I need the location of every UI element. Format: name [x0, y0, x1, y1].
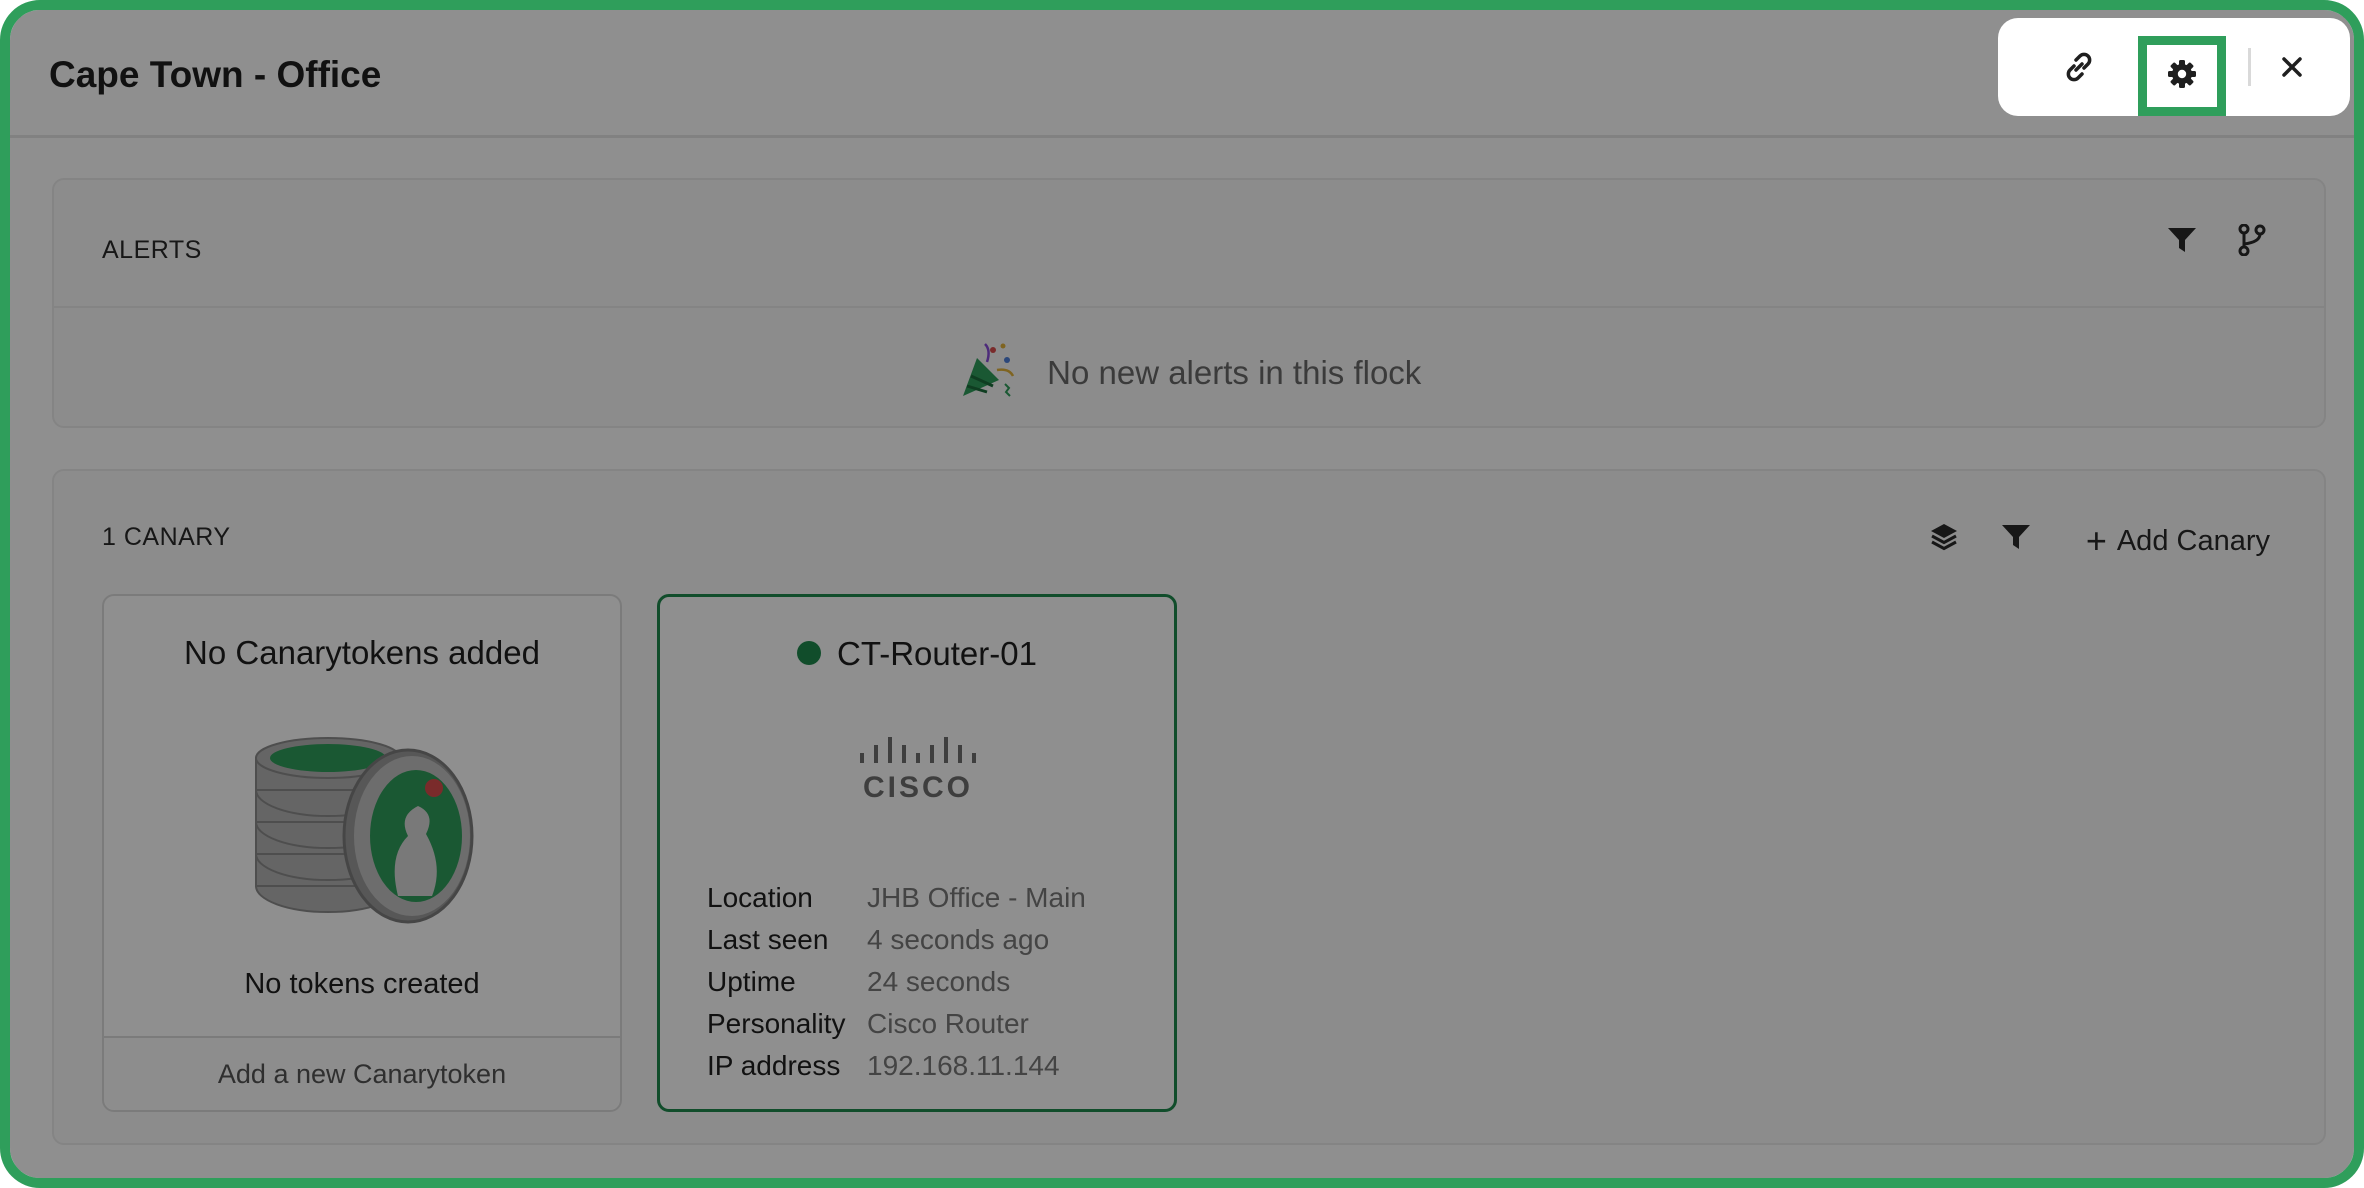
modal-window: Cape Town - Office ALERTS No new alerts … [0, 0, 2364, 1188]
canary-coins-icon [248, 736, 478, 931]
detail-value: 4 seconds ago [867, 924, 1050, 955]
detail-key: Personality [707, 1008, 846, 1039]
party-popper-icon [957, 340, 1017, 405]
add-canary-button[interactable]: + Add Canary [2086, 519, 2270, 563]
filter-icon[interactable] [2162, 220, 2202, 260]
header-toolbar [1998, 18, 2350, 116]
layers-icon[interactable] [1924, 517, 1964, 557]
plus-icon: + [2085, 520, 2107, 561]
device-details: Location JHB Office - Main Last seen 4 s… [707, 877, 1086, 1087]
detail-row-uptime: Uptime 24 seconds [707, 961, 1086, 1003]
device-title: CT-Router-01 [660, 635, 1174, 673]
page-title: Cape Town - Office [49, 54, 382, 95]
detail-key: Location [707, 882, 813, 913]
cisco-logo: CISCO [856, 737, 980, 806]
add-canary-label: Add Canary [2116, 524, 2270, 557]
canaries-panel: 1 CANARY + Add Canary No Canarytokens ad… [52, 469, 2326, 1145]
detail-row-location: Location JHB Office - Main [707, 877, 1086, 919]
alerts-heading: ALERTS [102, 236, 202, 264]
detail-row-personality: Personality Cisco Router [707, 1003, 1086, 1045]
alerts-empty-state: No new alerts in this flock [54, 340, 2324, 405]
canarytokens-card-title: No Canarytokens added [184, 634, 540, 671]
canarytokens-card: No Canarytokens added No tokens created … [102, 594, 622, 1112]
detail-key: IP address [707, 1050, 841, 1081]
canaries-heading: 1 CANARY [102, 523, 231, 551]
detail-value: JHB Office - Main [867, 882, 1086, 913]
close-icon[interactable] [2269, 44, 2315, 90]
branch-icon[interactable] [2232, 220, 2272, 260]
alerts-panel: ALERTS No new alerts in this flock [52, 178, 2326, 428]
status-dot [797, 641, 822, 666]
cisco-logo-text: CISCO [863, 771, 973, 801]
no-tokens-text: No tokens created [244, 968, 480, 1000]
detail-row-last-seen: Last seen 4 seconds ago [707, 919, 1086, 961]
gear-icon [2167, 59, 2197, 94]
detail-value: Cisco Router [867, 1008, 1029, 1039]
toolbar-divider [2248, 48, 2251, 86]
detail-key: Uptime [707, 966, 796, 997]
detail-key: Last seen [707, 924, 829, 955]
device-card[interactable]: CT-Router-01 CISCO Location JHB Office -… [657, 594, 1177, 1112]
detail-value: 192.168.11.144 [867, 1050, 1060, 1081]
add-canarytoken-link[interactable]: Add a new Canarytoken [104, 1036, 620, 1110]
detail-row-ip-address: IP address 192.168.11.144 [707, 1045, 1086, 1087]
link-icon[interactable] [2056, 44, 2102, 90]
filter-icon[interactable] [1996, 517, 2036, 557]
alerts-empty-message: No new alerts in this flock [1047, 353, 1422, 391]
detail-value: 24 seconds [867, 966, 1011, 997]
settings-button[interactable] [2138, 36, 2226, 116]
divider [54, 306, 2324, 308]
device-name: CT-Router-01 [837, 635, 1037, 672]
